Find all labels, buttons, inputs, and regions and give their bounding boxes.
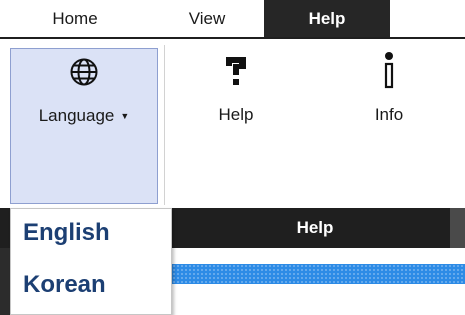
tab-view-label: View: [188, 8, 226, 28]
header-edge: [450, 208, 465, 248]
language-button[interactable]: Language ▼: [10, 48, 158, 204]
ribbon-group-separator: [164, 45, 165, 205]
language-button-label-row: Language ▼: [39, 106, 130, 126]
language-option-korean[interactable]: Korean: [23, 271, 106, 299]
tab-help[interactable]: Help: [264, 0, 390, 37]
language-button-label: Language: [38, 106, 115, 125]
language-dropdown-menu: English Korean: [10, 208, 172, 315]
ribbon-tab-strip: Home View Help: [0, 0, 465, 37]
tab-home-label: Home: [52, 8, 98, 28]
selection-bar: [172, 264, 465, 284]
info-icon: [381, 51, 397, 94]
info-button-label: Info: [374, 105, 404, 124]
column-header-row: [172, 284, 465, 315]
question-icon: [223, 54, 249, 93]
help-button[interactable]: Help: [203, 48, 269, 125]
tab-help-label: Help: [308, 8, 346, 28]
help-button-label: Help: [218, 105, 254, 124]
app-window: Home View Help Language ▼ Help Info Help…: [0, 0, 465, 315]
ribbon-body: Language ▼ Help Info: [0, 37, 465, 208]
tab-view[interactable]: View: [150, 0, 264, 37]
left-dark-strip: [0, 248, 10, 315]
language-option-english[interactable]: English: [23, 219, 110, 247]
info-button[interactable]: Info: [356, 48, 422, 125]
dropdown-caret-icon: ▼: [120, 110, 130, 121]
globe-icon: [69, 57, 99, 92]
help-panel-title: Help: [296, 218, 334, 237]
tab-home[interactable]: Home: [0, 0, 150, 37]
